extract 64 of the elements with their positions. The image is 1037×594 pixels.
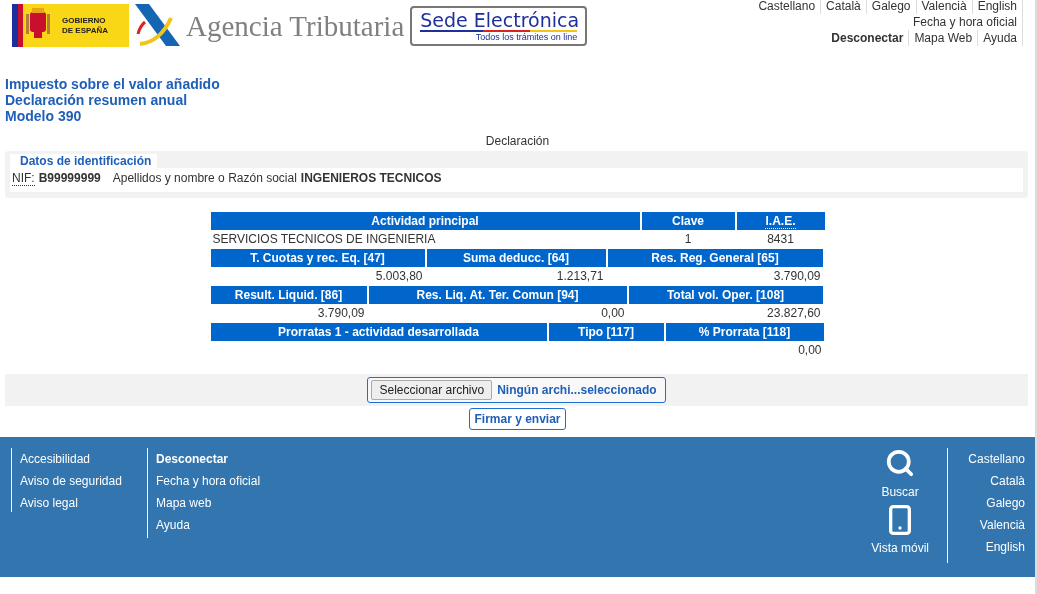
footer-link[interactable]: Aviso de seguridad [20, 470, 122, 492]
column-header: Clave [641, 212, 735, 230]
table-cell-text: 1 [683, 231, 693, 248]
official-time-link[interactable]: Fecha y hora oficial [907, 14, 1023, 30]
agency-name: Agencia Tributaria [186, 10, 405, 43]
column-header: Actividad principal [210, 212, 640, 230]
table-cell-text: 3.790,09 [316, 305, 366, 322]
language-link[interactable]: Valencià [916, 0, 973, 14]
nif-value: B99999999 [38, 171, 101, 186]
name-label: Apellidos y nombre o Razón social [112, 171, 297, 186]
language-link[interactable]: Valencià [979, 514, 1025, 536]
language-link[interactable]: Català [821, 0, 867, 14]
table-cell-text: 8431 [766, 231, 795, 248]
language-link[interactable]: Castellano [968, 448, 1025, 470]
nif-label: NIF: [12, 171, 35, 186]
language-link[interactable]: English [972, 0, 1023, 14]
language-link[interactable]: Català [990, 470, 1025, 492]
column-header: Tipo [117] [548, 323, 664, 341]
footer-link[interactable]: Fecha y hora oficial [156, 470, 261, 492]
column-header: Res. Liq. At. Ter. Comun [94] [368, 286, 627, 304]
table-cell-text: 3.790,09 [772, 268, 822, 285]
header-link[interactable]: Desconectar [826, 30, 910, 46]
column-header: Suma deducc. [64] [426, 249, 606, 267]
column-header: Res. Reg. General [65] [607, 249, 823, 267]
mobile-view-link[interactable]: Vista móvil [871, 540, 929, 556]
table-cell-text: 0,00 [600, 305, 626, 322]
column-header: % Prorrata [118] [665, 323, 824, 341]
table-cell-text: 23.827,60 [766, 305, 822, 322]
logo-text: GOBIERNO [62, 15, 107, 26]
language-link[interactable]: Castellano [753, 0, 822, 14]
sede-logo[interactable]: Sede Electrónica Todos los trámites on line [410, 6, 588, 46]
header-link[interactable]: Ayuda [978, 30, 1023, 46]
search-link[interactable]: Buscar [881, 484, 919, 500]
table-cell-text: SERVICIOS TECNICOS DE INGENIERIA [211, 231, 437, 248]
footer-link[interactable]: Ayuda [156, 514, 190, 536]
footer-link[interactable]: Aviso legal [20, 492, 78, 514]
language-link[interactable]: English [985, 536, 1025, 558]
search-icon[interactable] [885, 448, 916, 478]
column-header: Result. Liquid. [86] [210, 286, 367, 304]
file-status: Ningún archi...seleccionado [497, 383, 657, 397]
page-title: Modelo 390 [5, 108, 83, 124]
column-header: Total vol. Oper. [108] [628, 286, 823, 304]
page-title: Declaración resumen anual [5, 92, 189, 108]
language-link[interactable]: Galego [986, 492, 1025, 514]
language-link[interactable]: Galego [866, 0, 917, 14]
table-cell-text: 1.213,71 [555, 268, 605, 285]
choose-file-button[interactable]: Seleccionar archivo [371, 380, 493, 400]
column-header: Prorratas 1 - actividad desarrollada [210, 323, 547, 341]
footer-link[interactable]: Desconectar [156, 448, 229, 470]
name-value: INGENIEROS TECNICOS [300, 171, 442, 186]
file-input[interactable]: Seleccionar archivo Ningún archi...seleccionado [367, 377, 666, 403]
table-cell-text: 0,00 [797, 342, 823, 359]
agency-logo-icon [135, 4, 180, 46]
panel-legend: Datos de identificación [10, 154, 158, 168]
table-cell-text: 5.003,80 [374, 268, 424, 285]
column-header: T. Cuotas y rec. Eq. [47] [210, 249, 425, 267]
column-header: I.A.E. [736, 212, 825, 230]
footer-link[interactable]: Accesibilidad [20, 448, 91, 470]
logo-text: DE ESPAÑA [62, 25, 109, 36]
page-title: Impuesto sobre el valor añadido [5, 76, 221, 92]
header-link[interactable]: Mapa Web [909, 30, 979, 46]
sign-and-send-button[interactable]: Firmar y enviar [469, 408, 566, 430]
section-title: Declaración [485, 134, 550, 148]
footer-link[interactable]: Mapa web [156, 492, 212, 514]
